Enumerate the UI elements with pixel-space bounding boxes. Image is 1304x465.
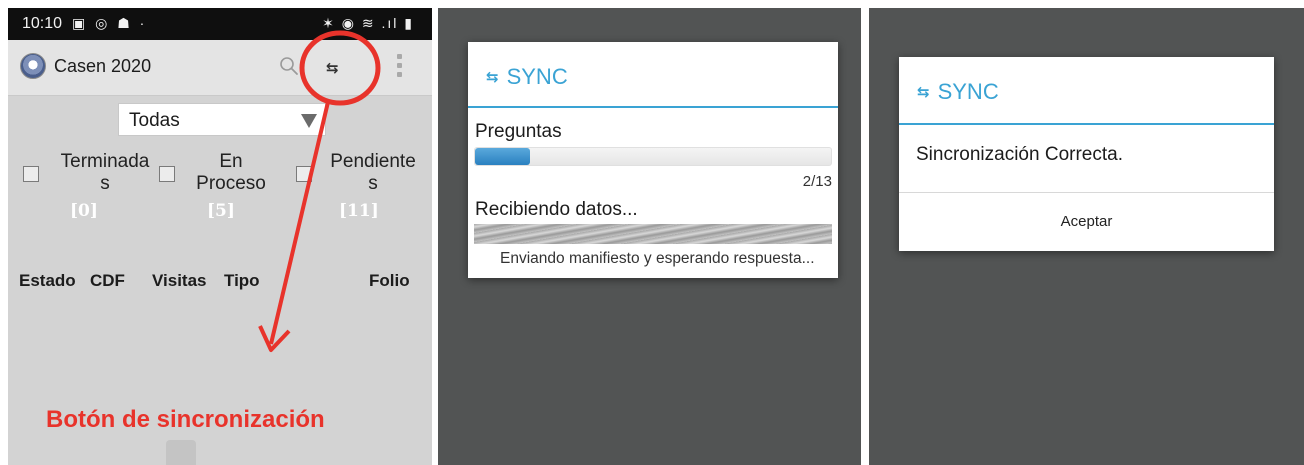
dialog-title: ⇆ SYNC bbox=[486, 64, 568, 90]
sync-icon: ⇆ bbox=[486, 69, 499, 86]
sync-button-annotation: Botón de sincronización bbox=[46, 406, 325, 433]
title-divider bbox=[899, 123, 1274, 125]
annotation-overlay bbox=[258, 30, 381, 352]
highlight-circle bbox=[299, 30, 381, 106]
dialog-title: ⇆ SYNC bbox=[917, 79, 999, 105]
questions-progress-fill bbox=[475, 148, 530, 165]
questions-progress-count: 2/13 bbox=[802, 173, 832, 190]
app-home-screen: 10:10 ▣ ◎ ☗ · ✶ ◉ ≋ .ıl ▮ Casen 2020 ⇆ T… bbox=[8, 8, 432, 465]
accept-button[interactable]: Aceptar bbox=[899, 193, 1274, 251]
annotation-arrow-shaft bbox=[269, 101, 330, 345]
title-divider bbox=[468, 106, 838, 108]
sync-result-dialog: ⇆ SYNC Sincronización Correcta. Aceptar bbox=[899, 57, 1274, 251]
sync-progress-dialog: ⇆ SYNC Preguntas 2/13 Recibiendo datos...… bbox=[468, 42, 838, 278]
questions-progress-bar bbox=[474, 147, 832, 166]
sync-result-message: Sincronización Correcta. bbox=[916, 144, 1123, 165]
dialog-title-text: SYNC bbox=[506, 64, 568, 89]
sync-result-screen: ⇆ SYNC Sincronización Correcta. Aceptar bbox=[869, 8, 1304, 465]
sync-status-message: Enviando manifiesto y esperando respuest… bbox=[500, 250, 815, 267]
dialog-title-text: SYNC bbox=[937, 79, 999, 104]
sync-icon: ⇆ bbox=[917, 84, 930, 101]
questions-label: Preguntas bbox=[475, 121, 562, 142]
indeterminate-progress-bar bbox=[474, 224, 832, 244]
sync-progress-screen: ⇆ SYNC Preguntas 2/13 Recibiendo datos...… bbox=[438, 8, 861, 465]
receiving-label: Recibiendo datos... bbox=[475, 199, 638, 220]
